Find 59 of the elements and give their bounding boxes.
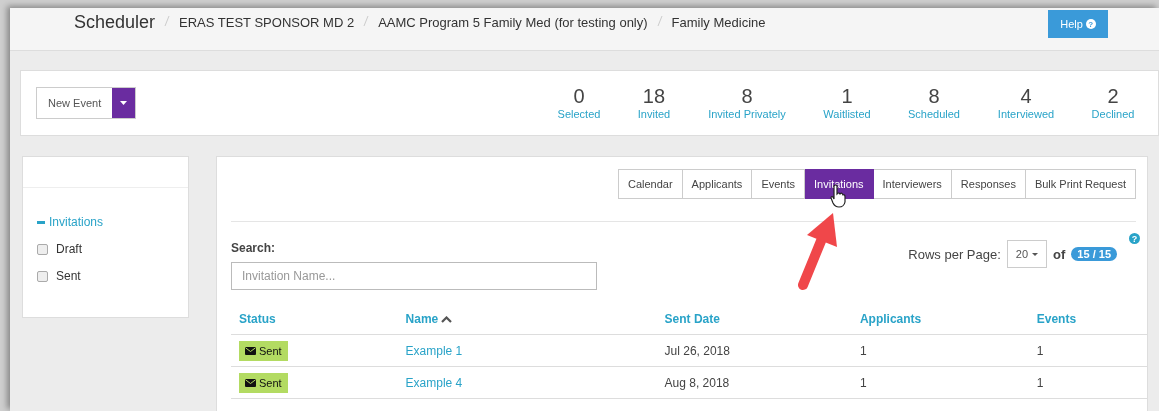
column-header[interactable]: Sent Date [664, 312, 720, 326]
caret-icon [1032, 252, 1039, 256]
table-cell: Aug 8, 2018 [656, 366, 852, 399]
stat-link[interactable]: Selected [557, 108, 601, 120]
stat-count: 8 [741, 85, 753, 108]
new-event-button[interactable]: New Event [36, 87, 137, 119]
column-header[interactable]: Name [405, 312, 453, 326]
help-button[interactable]: Help ? [1048, 10, 1108, 38]
table-cell: Jul 26, 2018 [656, 334, 852, 367]
app-title: Scheduler [74, 11, 156, 33]
stat-count: 1 [841, 85, 853, 108]
tab[interactable]: Applicants [682, 169, 753, 199]
tab[interactable]: Interviewers [873, 169, 952, 199]
stat-count: 2 [1107, 85, 1119, 108]
help-icon[interactable]: ? [1129, 233, 1140, 244]
table-cell: 1 [851, 366, 1029, 399]
count-badge: 15 / 15 [1071, 247, 1117, 261]
caret-icon [120, 101, 128, 105]
column-header[interactable]: Status [239, 312, 276, 326]
dropdown-toggle[interactable] [112, 88, 136, 118]
checkbox[interactable] [37, 270, 48, 282]
stat-count: 4 [1020, 85, 1032, 108]
of-label: of [1053, 246, 1066, 262]
breadcrumb-link[interactable]: ERAS TEST SPONSOR MD 2 [179, 14, 355, 30]
status-badge: Sent [239, 340, 288, 361]
stat-count: 18 [642, 85, 666, 108]
stat-link[interactable]: Interviewed [997, 108, 1055, 120]
stat-link[interactable]: Invited Privately [708, 108, 786, 120]
search-field[interactable]: Invitation Name... [231, 262, 597, 290]
table-cell: 1 [1028, 334, 1148, 367]
sidebar-section-toggle[interactable]: Invitations [37, 215, 188, 229]
status-badge: Sent [239, 372, 288, 393]
column-header[interactable]: Applicants [859, 312, 922, 326]
stat-link[interactable]: Invited [637, 108, 671, 120]
table-cell: 1 [1028, 366, 1148, 399]
search-label: Search: [231, 241, 277, 255]
checkbox-label: Sent [56, 269, 81, 283]
invitation-link[interactable]: Example 1 [405, 343, 463, 358]
stat-count: 8 [928, 85, 940, 108]
tab[interactable]: Bulk Print Request [1025, 169, 1136, 199]
table-cell: 1 [851, 334, 1029, 367]
stat-link[interactable]: Declined [1091, 108, 1135, 120]
tab[interactable]: Calendar [617, 169, 683, 199]
invitation-link[interactable]: Example 4 [405, 375, 463, 390]
envelope-icon [245, 378, 256, 387]
stat-link[interactable]: Waitlisted [823, 108, 871, 120]
page-size-dropdown[interactable]: 20 [1006, 240, 1048, 268]
rows-per-page-label: Rows per Page: [908, 246, 1001, 262]
stat-link[interactable]: Scheduled [908, 108, 960, 120]
checkbox-label: Draft [56, 242, 82, 256]
breadcrumb-link[interactable]: Family Medicine [671, 14, 766, 30]
envelope-icon [245, 346, 256, 355]
checkbox[interactable] [37, 243, 48, 255]
tab[interactable]: Invitations [805, 169, 874, 199]
stat-count: 0 [573, 85, 585, 108]
tab[interactable]: Responses [951, 169, 1026, 199]
breadcrumb-link[interactable]: AAMC Program 5 Family Med (for testing only) [378, 14, 648, 30]
column-header[interactable]: Events [1036, 312, 1077, 326]
tab[interactable]: Events [752, 169, 805, 199]
